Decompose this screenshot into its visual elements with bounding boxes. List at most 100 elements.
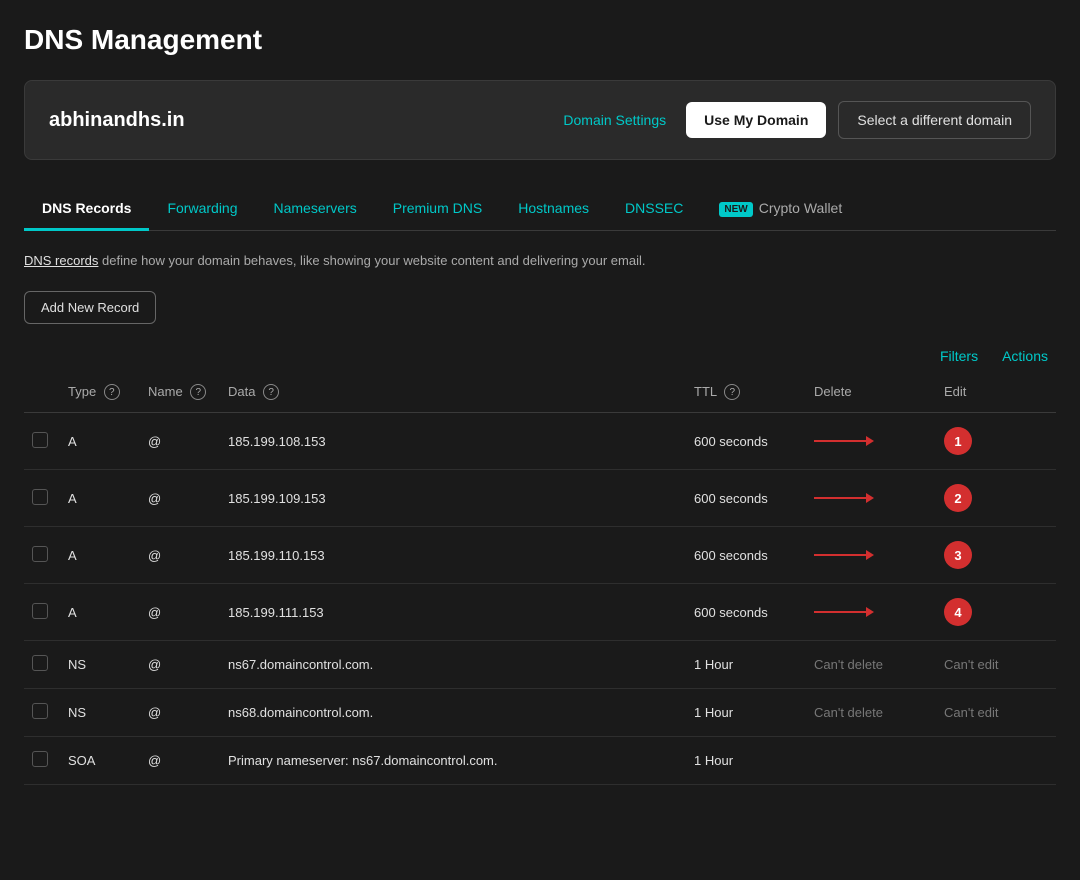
dns-records-link[interactable]: DNS records xyxy=(24,253,98,268)
dns-description: DNS records define how your domain behav… xyxy=(24,251,1056,271)
row-checkbox[interactable] xyxy=(32,432,48,448)
th-delete: Delete xyxy=(806,372,936,413)
row-checkbox[interactable] xyxy=(32,546,48,562)
th-edit: Edit xyxy=(936,372,1056,413)
table-row: A@185.199.110.153600 seconds 3 xyxy=(24,527,1056,584)
add-new-record-button[interactable]: Add New Record xyxy=(24,291,156,324)
row-checkbox[interactable] xyxy=(32,703,48,719)
record-delete[interactable] xyxy=(806,584,936,641)
record-data: Primary nameserver: ns67.domaincontrol.c… xyxy=(220,737,686,785)
record-name: @ xyxy=(140,413,220,470)
th-type: Type ? xyxy=(60,372,140,413)
record-type: A xyxy=(60,527,140,584)
cant-edit-label: Can't edit xyxy=(944,657,999,672)
record-type: A xyxy=(60,413,140,470)
record-ttl: 1 Hour xyxy=(686,641,806,689)
th-checkbox xyxy=(24,372,60,413)
edit-number-badge[interactable]: 1 xyxy=(944,427,972,455)
table-row: NS@ns67.domaincontrol.com.1 Hour Can't de… xyxy=(24,641,1056,689)
th-ttl: TTL ? xyxy=(686,372,806,413)
tab-premium-dns[interactable]: Premium DNS xyxy=(375,188,500,231)
record-data: 185.199.109.153 xyxy=(220,470,686,527)
table-row: SOA@Primary nameserver: ns67.domaincontr… xyxy=(24,737,1056,785)
record-name: @ xyxy=(140,737,220,785)
cant-delete-label: Can't delete xyxy=(814,657,883,672)
record-delete xyxy=(806,737,936,785)
dns-records-table: Type ? Name ? Data ? TTL ? Delete Edit xyxy=(24,372,1056,786)
record-ttl: 600 seconds xyxy=(686,584,806,641)
tab-nameservers[interactable]: Nameservers xyxy=(256,188,375,231)
record-type: A xyxy=(60,584,140,641)
page-container: DNS Management abhinandhs.in Domain Sett… xyxy=(0,0,1080,785)
record-delete[interactable] xyxy=(806,413,936,470)
record-type: NS xyxy=(60,689,140,737)
record-edit: Can't edit xyxy=(936,689,1056,737)
record-name: @ xyxy=(140,689,220,737)
record-ttl: 600 seconds xyxy=(686,470,806,527)
th-data: Data ? xyxy=(220,372,686,413)
record-data: ns68.domaincontrol.com. xyxy=(220,689,686,737)
name-help-icon[interactable]: ? xyxy=(190,384,206,400)
record-data: 185.199.111.153 xyxy=(220,584,686,641)
row-checkbox[interactable] xyxy=(32,489,48,505)
edit-number-badge[interactable]: 4 xyxy=(944,598,972,626)
data-help-icon[interactable]: ? xyxy=(263,384,279,400)
record-edit[interactable]: 2 xyxy=(936,470,1056,527)
record-type: NS xyxy=(60,641,140,689)
row-checkbox[interactable] xyxy=(32,655,48,671)
record-data: 185.199.108.153 xyxy=(220,413,686,470)
tab-dnssec[interactable]: DNSSEC xyxy=(607,188,701,231)
record-type: A xyxy=(60,470,140,527)
tab-crypto-wallet[interactable]: NEWCrypto Wallet xyxy=(701,188,860,231)
domain-bar: abhinandhs.in Domain Settings Use My Dom… xyxy=(24,80,1056,160)
select-different-domain-button[interactable]: Select a different domain xyxy=(838,101,1031,139)
record-data: 185.199.110.153 xyxy=(220,527,686,584)
record-name: @ xyxy=(140,641,220,689)
new-badge: NEW xyxy=(719,202,752,217)
record-delete[interactable] xyxy=(806,470,936,527)
record-edit[interactable]: 4 xyxy=(936,584,1056,641)
record-ttl: 600 seconds xyxy=(686,413,806,470)
delete-arrow-icon xyxy=(814,546,874,564)
record-data: ns67.domaincontrol.com. xyxy=(220,641,686,689)
tab-forwarding[interactable]: Forwarding xyxy=(149,188,255,231)
ttl-help-icon[interactable]: ? xyxy=(724,384,740,400)
record-edit xyxy=(936,737,1056,785)
delete-arrow-icon xyxy=(814,489,874,507)
table-header-row: Type ? Name ? Data ? TTL ? Delete Edit xyxy=(24,372,1056,413)
type-help-icon[interactable]: ? xyxy=(104,384,120,400)
filters-button[interactable]: Filters xyxy=(940,348,978,364)
table-row: A@185.199.111.153600 seconds 4 xyxy=(24,584,1056,641)
record-name: @ xyxy=(140,527,220,584)
cant-edit-label: Can't edit xyxy=(944,705,999,720)
record-ttl: 1 Hour xyxy=(686,737,806,785)
row-checkbox[interactable] xyxy=(32,603,48,619)
row-checkbox[interactable] xyxy=(32,751,48,767)
th-name: Name ? xyxy=(140,372,220,413)
domain-name: abhinandhs.in xyxy=(49,109,563,132)
record-name: @ xyxy=(140,470,220,527)
table-row: NS@ns68.domaincontrol.com.1 HourCan't de… xyxy=(24,689,1056,737)
record-edit[interactable]: 3 xyxy=(936,527,1056,584)
record-ttl: 600 seconds xyxy=(686,527,806,584)
page-title: DNS Management xyxy=(24,24,1056,56)
actions-button[interactable]: Actions xyxy=(1002,348,1048,364)
tab-dns-records[interactable]: DNS Records xyxy=(24,188,149,231)
record-edit[interactable]: 1 xyxy=(936,413,1056,470)
record-type: SOA xyxy=(60,737,140,785)
record-edit: Can't edit xyxy=(936,641,1056,689)
record-delete[interactable] xyxy=(806,527,936,584)
record-name: @ xyxy=(140,584,220,641)
edit-number-badge[interactable]: 3 xyxy=(944,541,972,569)
use-my-domain-button[interactable]: Use My Domain xyxy=(686,102,826,138)
tab-hostnames[interactable]: Hostnames xyxy=(500,188,607,231)
cant-delete-label: Can't delete xyxy=(814,705,883,720)
table-row: A@185.199.108.153600 seconds 1 xyxy=(24,413,1056,470)
delete-arrow-icon xyxy=(814,432,874,450)
edit-number-badge[interactable]: 2 xyxy=(944,484,972,512)
domain-settings-link[interactable]: Domain Settings xyxy=(563,112,666,128)
record-delete: Can't delete xyxy=(806,689,936,737)
table-actions-row: Filters Actions xyxy=(24,348,1056,364)
table-row: A@185.199.109.153600 seconds 2 xyxy=(24,470,1056,527)
delete-arrow-icon xyxy=(814,603,874,621)
